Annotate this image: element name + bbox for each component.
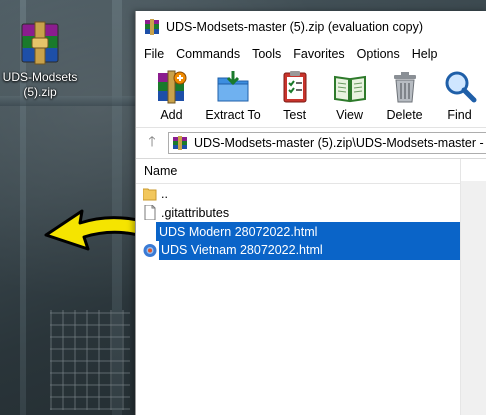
desktop-icon-label-line2: (5).zip <box>23 85 57 99</box>
menu-help[interactable]: Help <box>406 43 444 65</box>
trash-icon <box>393 72 416 103</box>
html-globe-icon <box>143 244 157 257</box>
file-list: .. .gitattributes UDS Modern 28072022.ht… <box>136 184 486 260</box>
address-bar: 🡑 UDS-Modsets-master (5).zip\UDS-Modsets… <box>136 128 486 159</box>
file-name: .gitattributes <box>161 205 230 220</box>
extract-folder-icon <box>217 71 249 102</box>
test-clipboard-icon <box>283 71 307 103</box>
view-label: View <box>336 108 364 122</box>
list-item-gitattributes[interactable]: .gitattributes <box>136 203 486 222</box>
file-name: .. <box>161 186 168 201</box>
find-button[interactable]: Find <box>432 65 486 122</box>
list-item-uds-vietnam[interactable]: UDS Vietnam 28072022.html <box>136 241 464 260</box>
title-bar[interactable]: UDS-Modsets-master (5).zip (evaluation c… <box>136 11 486 43</box>
up-arrow-icon[interactable]: 🡑 <box>136 131 168 155</box>
add-archive-icon <box>158 70 187 104</box>
add-label: Add <box>160 108 183 122</box>
menu-bar: File Commands Tools Favorites Options He… <box>136 43 486 65</box>
archive-small-icon <box>173 136 187 150</box>
file-list-header: Name <box>136 159 486 184</box>
menu-favorites[interactable]: Favorites <box>287 43 350 65</box>
winrar-archive-icon <box>18 20 62 66</box>
find-label: Find <box>447 108 472 122</box>
address-path-text: UDS-Modsets-master (5).zip\UDS-Modsets-m… <box>194 136 484 150</box>
winrar-window[interactable]: UDS-Modsets-master (5).zip (evaluation c… <box>135 11 486 415</box>
list-item-uds-modern[interactable]: UDS Modern 28072022.html <box>156 222 463 241</box>
delete-button[interactable]: Delete <box>377 65 432 122</box>
list-item-parent-folder[interactable]: .. <box>136 184 486 203</box>
extract-to-button[interactable]: Extract To <box>199 65 267 122</box>
add-button[interactable]: Add <box>144 65 199 122</box>
test-button[interactable]: Test <box>267 65 322 122</box>
background-grid <box>50 310 130 410</box>
desktop-icon-label: UDS-Modsets (5).zip <box>2 70 78 100</box>
menu-commands[interactable]: Commands <box>170 43 246 65</box>
address-path-field[interactable]: UDS-Modsets-master (5).zip\UDS-Modsets-m… <box>168 132 486 154</box>
file-icon <box>144 205 156 220</box>
delete-label: Delete <box>386 108 423 122</box>
toolbar: Add Extract To Test View Delete Find <box>136 65 486 128</box>
column-separator <box>460 159 461 183</box>
desktop-icon-label-line1: UDS-Modsets <box>2 70 78 84</box>
folder-icon <box>143 188 157 201</box>
extract-to-label: Extract To <box>205 108 261 122</box>
menu-tools[interactable]: Tools <box>246 43 287 65</box>
menu-file[interactable]: File <box>138 43 170 65</box>
view-button[interactable]: View <box>322 65 377 122</box>
menu-options[interactable]: Options <box>351 43 406 65</box>
winrar-app-icon <box>145 19 159 35</box>
file-name: UDS Modern 28072022.html <box>159 224 318 239</box>
window-title: UDS-Modsets-master (5).zip (evaluation c… <box>166 20 424 34</box>
desktop-zip-file[interactable]: UDS-Modsets (5).zip <box>2 20 78 100</box>
file-name: UDS Vietnam 28072022.html <box>159 241 464 260</box>
view-book-icon <box>333 75 366 103</box>
test-label: Test <box>283 108 307 122</box>
magnifier-icon <box>445 71 476 103</box>
column-header-name[interactable]: Name <box>144 164 177 178</box>
vertical-scrollbar[interactable] <box>460 181 486 415</box>
